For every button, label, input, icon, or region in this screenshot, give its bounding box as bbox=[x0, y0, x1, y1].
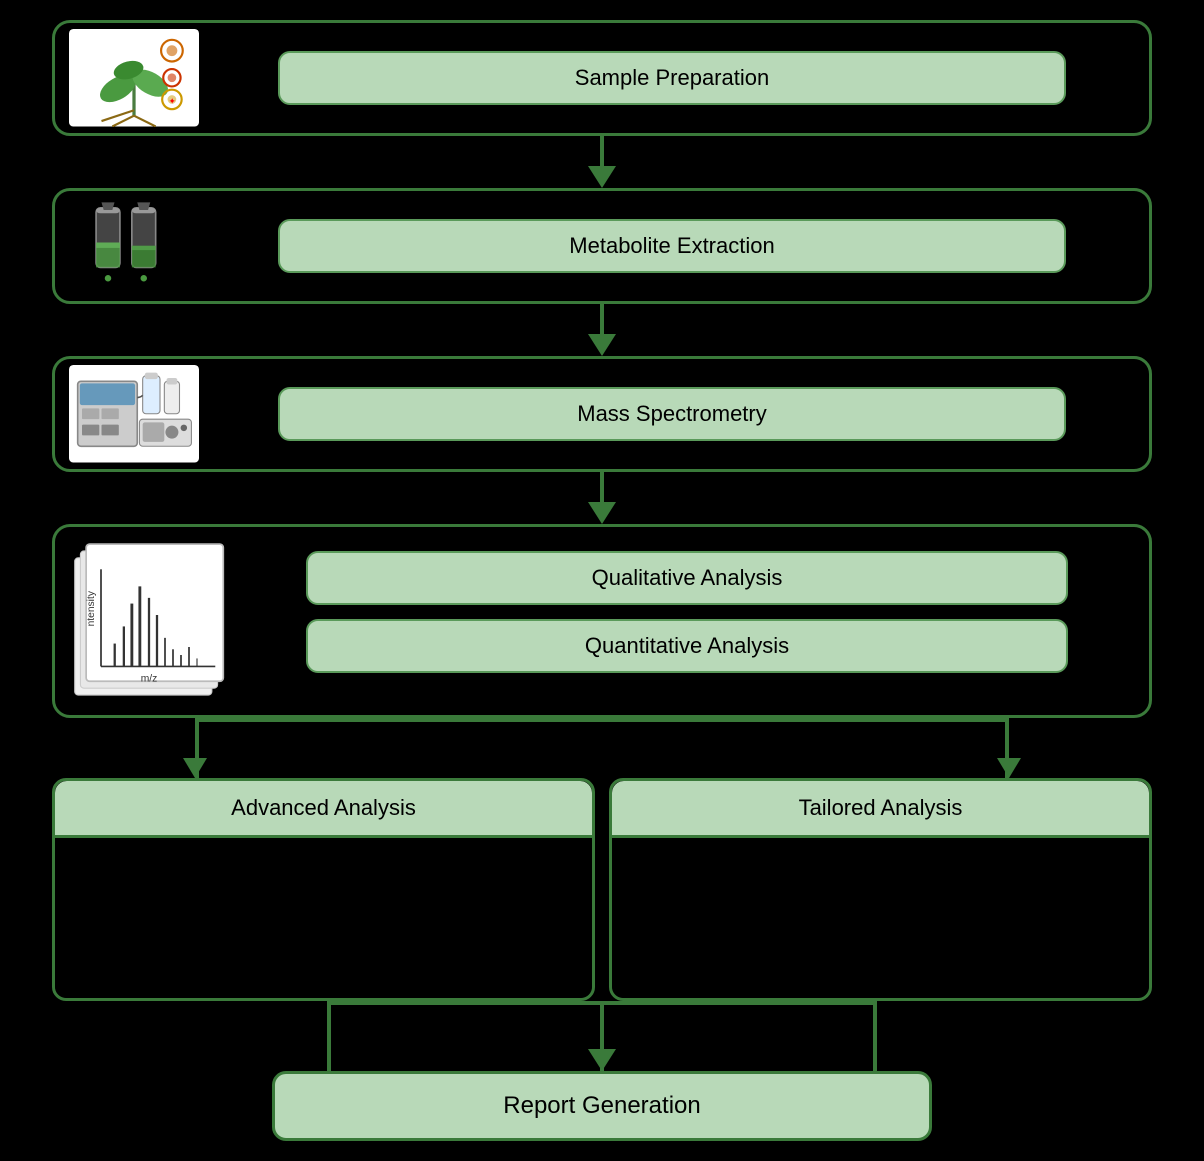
svg-text:m/z: m/z bbox=[141, 674, 158, 685]
svg-text:✦: ✦ bbox=[169, 96, 177, 106]
step-content: Sample Preparation bbox=[209, 51, 1135, 105]
split-connector bbox=[52, 718, 1152, 778]
report-label: Report Generation bbox=[503, 1092, 700, 1119]
split-row: Advanced Analysis Tailored Analysis bbox=[52, 778, 1152, 1001]
bottom-connector bbox=[52, 1001, 1152, 1071]
split-header-tailored: Tailored Analysis bbox=[612, 781, 1149, 838]
arrow-line bbox=[600, 136, 604, 166]
arrow-head bbox=[588, 166, 616, 188]
split-body-advanced bbox=[55, 838, 592, 998]
step-mass-spectrometry: Mass Spectrometry bbox=[52, 356, 1152, 472]
step-label-mass-spectrometry: Mass Spectrometry bbox=[278, 387, 1065, 441]
step-label-metabolite-extraction: Metabolite Extraction bbox=[278, 219, 1065, 273]
svg-text:ntensity: ntensity bbox=[86, 590, 97, 626]
report-box: Report Generation bbox=[272, 1071, 932, 1141]
plant-image: ✦ bbox=[69, 33, 199, 123]
step-metabolite-extraction: Metabolite Extraction bbox=[52, 188, 1152, 304]
step-label-sample-preparation: Sample Preparation bbox=[278, 51, 1065, 105]
step-analysis-combined: ntensity m/z Qualitative Analysis Quanti… bbox=[52, 524, 1152, 718]
step-label-qualitative: Qualitative Analysis bbox=[306, 551, 1068, 605]
step-content-double: Qualitative Analysis Quantitative Analys… bbox=[239, 541, 1135, 683]
split-header-advanced: Advanced Analysis bbox=[55, 781, 592, 838]
step-label-quantitative: Quantitative Analysis bbox=[306, 619, 1068, 673]
spectra-image: ntensity m/z bbox=[69, 541, 229, 701]
arrow-line bbox=[600, 472, 604, 502]
arrow-1 bbox=[588, 136, 616, 188]
split-box-advanced: Advanced Analysis bbox=[52, 778, 595, 1001]
step-sample-preparation: ✦ Sample Preparation bbox=[52, 20, 1152, 136]
arrow-2 bbox=[588, 304, 616, 356]
arrow-3 bbox=[588, 472, 616, 524]
arrow-head bbox=[588, 502, 616, 524]
machine-image bbox=[69, 369, 199, 459]
split-box-tailored: Tailored Analysis bbox=[609, 778, 1152, 1001]
arrow-line bbox=[600, 304, 604, 334]
arrow-head bbox=[588, 334, 616, 356]
split-body-tailored bbox=[612, 838, 1149, 998]
step-content-2: Metabolite Extraction bbox=[209, 219, 1135, 273]
flowchart: ✦ Sample Preparation bbox=[52, 20, 1152, 1141]
step-content-3: Mass Spectrometry bbox=[209, 387, 1135, 441]
tubes-image bbox=[69, 201, 199, 291]
